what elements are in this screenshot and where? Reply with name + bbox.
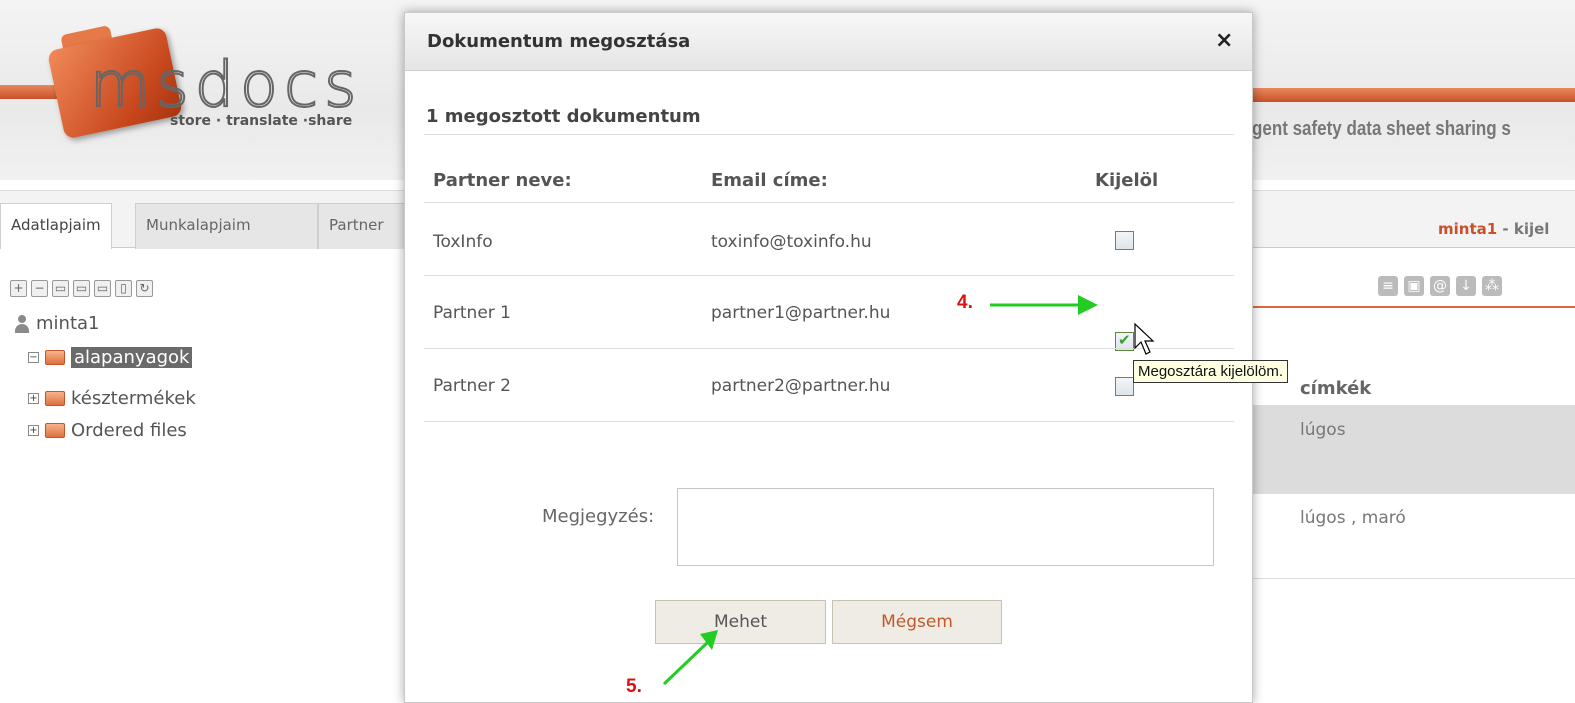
divider: [424, 348, 1234, 349]
expand-icon[interactable]: +: [28, 425, 39, 436]
row-divider: [1250, 493, 1575, 494]
share-icon[interactable]: ⁂: [1482, 276, 1502, 296]
cancel-button[interactable]: Mégsem: [832, 600, 1002, 644]
divider: [424, 421, 1234, 422]
divider: [424, 275, 1234, 276]
user-info: minta1 - kijel: [1438, 220, 1549, 238]
partner-email: toxinfo@toxinfo.hu: [711, 232, 872, 252]
user-icon: [14, 314, 30, 333]
save-icon[interactable]: ▣: [1404, 276, 1424, 296]
partner-email: partner1@partner.hu: [711, 303, 891, 323]
expand-all-icon[interactable]: +: [10, 280, 27, 297]
tree-item-ordered[interactable]: + Ordered files: [28, 420, 187, 441]
download-icon[interactable]: ↓: [1456, 276, 1476, 296]
collapse-icon[interactable]: −: [28, 352, 39, 363]
close-icon[interactable]: ×: [1215, 28, 1233, 53]
refresh-icon[interactable]: ↻: [136, 280, 153, 297]
table-row-selected[interactable]: [1250, 405, 1575, 493]
folder-icon: [45, 391, 65, 406]
tooltip: Megosztára kijelölöm.: [1133, 360, 1289, 383]
header-tagline: gent safety data sheet sharing s: [1252, 118, 1511, 140]
share-dialog: Dokumentum megosztása × 1 megosztott dok…: [404, 12, 1253, 703]
edit-folder-icon[interactable]: ▭: [73, 280, 90, 297]
new-file-icon[interactable]: ▯: [115, 280, 132, 297]
select-checkbox[interactable]: [1115, 377, 1134, 396]
right-toolbar: ≡ ▣ @ ↓ ⁂: [1378, 276, 1502, 296]
logo-tagline: store · translate ·share: [170, 113, 353, 129]
divider: [424, 134, 1234, 135]
folder-icon: [45, 423, 65, 438]
tree-item-label: Ordered files: [71, 420, 187, 441]
tag-cell: lúgos , maró: [1300, 508, 1406, 528]
tree-root[interactable]: minta1: [14, 313, 99, 334]
tree-item-keszter[interactable]: + késztermékek: [28, 388, 196, 409]
tree-item-alapanyagok[interactable]: − alapanyagok: [28, 347, 193, 368]
list-icon[interactable]: ≡: [1378, 276, 1398, 296]
select-checkbox[interactable]: [1115, 231, 1134, 250]
tab-adatlapjaim[interactable]: Adatlapjaim: [0, 203, 112, 249]
note-label: Megjegyzés:: [542, 506, 655, 527]
logo-text: msdocs: [89, 47, 363, 122]
note-input[interactable]: [677, 488, 1214, 566]
tab-partner[interactable]: Partner: [318, 203, 408, 249]
row-divider: [1250, 578, 1575, 579]
logout-link[interactable]: - kijel: [1497, 220, 1549, 238]
divider: [424, 202, 1234, 203]
partner-name: Partner 2: [433, 376, 512, 396]
collapse-all-icon[interactable]: −: [31, 280, 48, 297]
tree-toolbar: + − ▭ ▭ ▭ ▯ ↻: [10, 280, 153, 297]
step-5-label: 5.: [626, 676, 642, 697]
tree-root-label: minta1: [36, 313, 100, 334]
shared-count: 1 megosztott dokumentum: [426, 106, 701, 127]
column-header-email: Email címe:: [711, 170, 828, 191]
tree-item-label: késztermékek: [71, 388, 196, 409]
tree-item-label: alapanyagok: [71, 347, 193, 368]
dialog-title: Dokumentum megosztása: [427, 31, 691, 52]
mouse-cursor-icon: [1134, 322, 1155, 355]
header-stripe-right: [1250, 88, 1575, 102]
user-name: minta1: [1438, 220, 1498, 238]
dialog-header: Dokumentum megosztása ×: [405, 13, 1252, 71]
right-divider: [1250, 306, 1575, 308]
partner-email: partner2@partner.hu: [711, 376, 891, 396]
tab-munkalapjaim[interactable]: Munkalapjaim: [135, 203, 318, 249]
step-4-label: 4.: [957, 292, 973, 313]
column-header-select: Kijelöl: [1095, 170, 1159, 191]
column-header-tags: címkék: [1300, 378, 1372, 399]
arrow-right-icon: [990, 295, 1098, 315]
column-header-partner: Partner neve:: [433, 170, 572, 191]
new-folder-icon[interactable]: ▭: [52, 280, 69, 297]
folder-open-icon: [45, 350, 65, 365]
partner-name: Partner 1: [433, 303, 512, 323]
email-icon[interactable]: @: [1430, 276, 1450, 296]
arrow-up-right-icon: [662, 630, 718, 686]
tag-cell: lúgos: [1300, 420, 1346, 440]
expand-icon[interactable]: +: [28, 393, 39, 404]
delete-folder-icon[interactable]: ▭: [94, 280, 111, 297]
partner-name: ToxInfo: [433, 232, 493, 252]
